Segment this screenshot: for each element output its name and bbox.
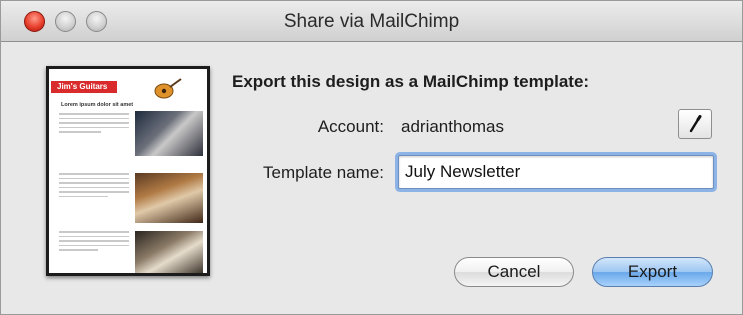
window-title: Share via MailChimp (283, 11, 460, 32)
template-name-label: Template name: (263, 163, 384, 182)
design-preview-thumbnail: Jim's Guitars Lorem ipsum dolor sit amet (46, 66, 210, 276)
pencil-icon (689, 115, 702, 133)
export-button[interactable]: Export (592, 257, 713, 287)
cancel-button[interactable]: Cancel (454, 257, 574, 287)
template-name-input[interactable] (398, 155, 714, 189)
thumbnail-text-block (59, 113, 129, 136)
title-bar[interactable]: Share via MailChimp (1, 1, 742, 42)
thumbnail-text-block (59, 231, 129, 254)
thumbnail-heading: Lorem ipsum dolor sit amet (61, 102, 134, 108)
thumbnail-photo (135, 231, 203, 273)
thumbnail-banner: Jim's Guitars (51, 81, 117, 93)
share-dialog-window: Share via MailChimp Jim's Guitars Lorem … (0, 0, 743, 315)
guitar-icon (154, 78, 182, 99)
account-label: Account: (317, 117, 384, 136)
export-heading: Export this design as a MailChimp templa… (232, 72, 590, 91)
thumbnail-text-block (59, 173, 129, 200)
thumbnail-photo (135, 111, 203, 156)
dialog-content: Jim's Guitars Lorem ipsum dolor sit amet (1, 42, 742, 314)
edit-account-button[interactable] (678, 109, 712, 139)
account-value: adrianthomas (401, 117, 505, 136)
thumbnail-photo (135, 173, 203, 223)
